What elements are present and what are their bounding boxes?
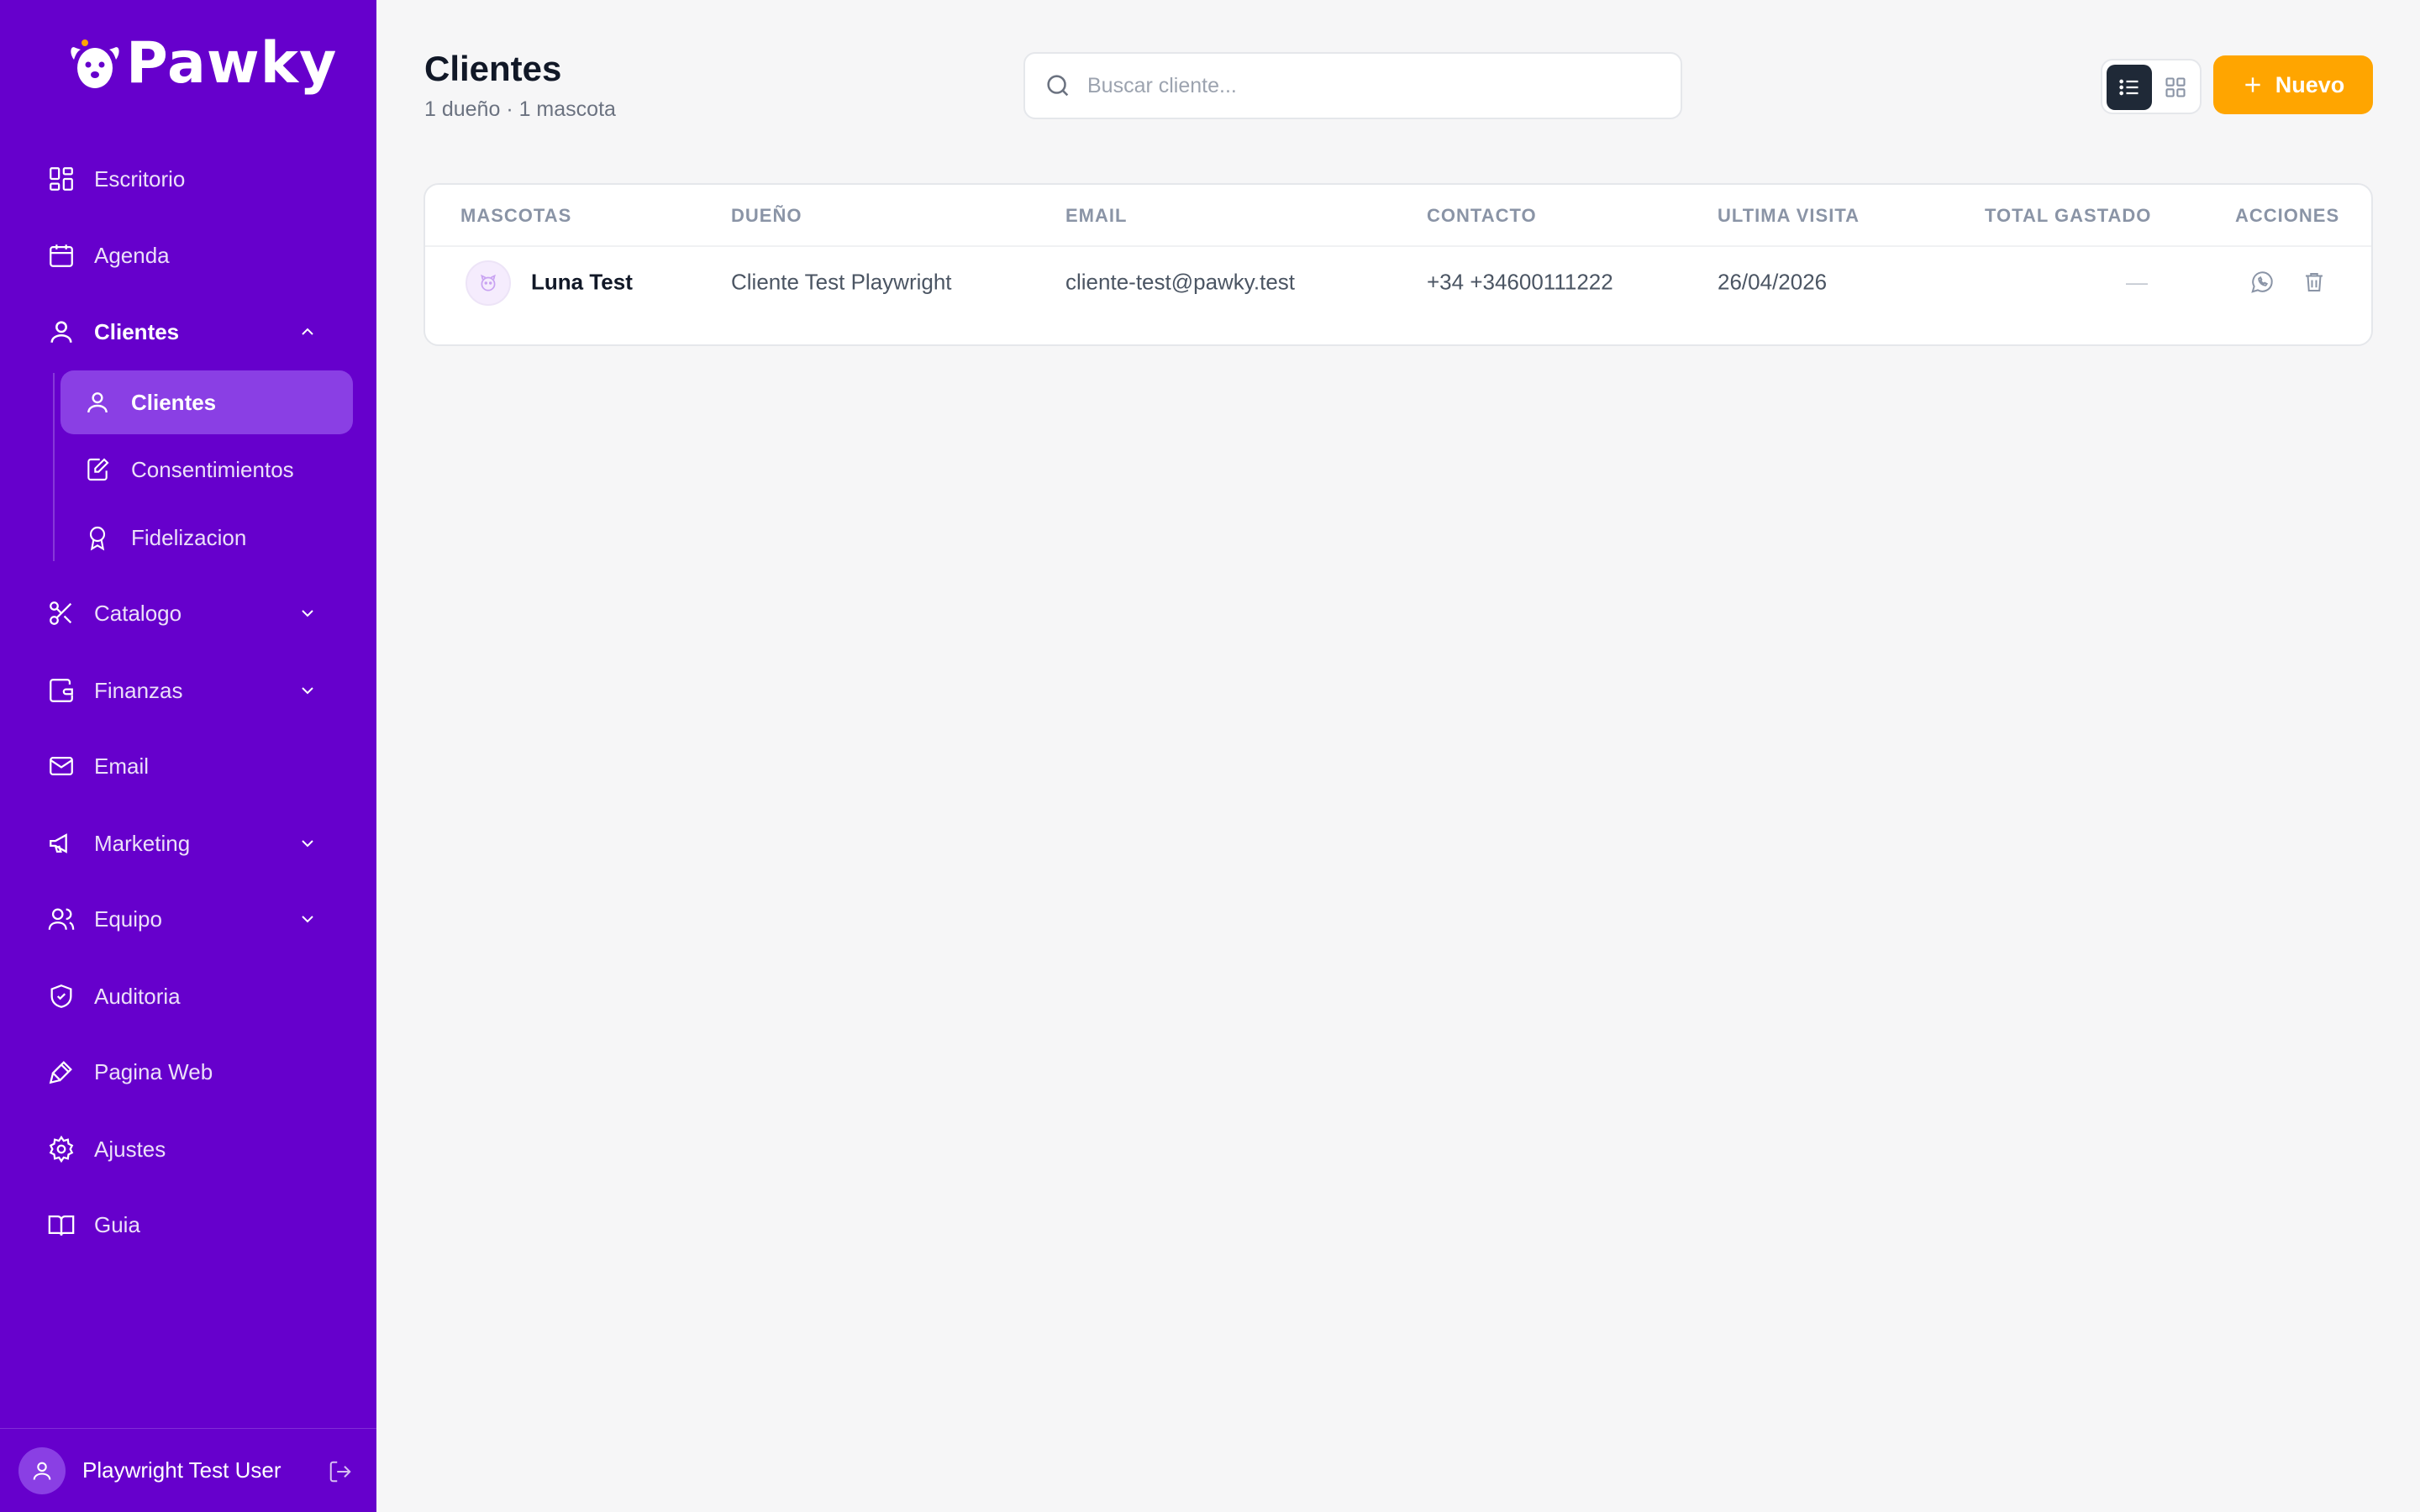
- chevron-up-icon: [302, 328, 313, 335]
- sidebar-item-email[interactable]: Email: [34, 736, 343, 796]
- sidebar-item-agenda[interactable]: Agenda: [34, 225, 343, 286]
- edit-doc-icon: [84, 456, 111, 483]
- megaphone-icon: [47, 829, 76, 858]
- new-client-button[interactable]: Nuevo: [2213, 55, 2373, 114]
- chevron-down-icon: [302, 916, 313, 923]
- sidebar-item-label: Marketing: [94, 830, 191, 856]
- last-visit: 26/04/2026: [1718, 269, 1828, 295]
- user-profile-bar: Playwright Test User: [0, 1428, 376, 1512]
- wallet-icon: [47, 676, 76, 705]
- page-title: Clientes: [424, 49, 562, 88]
- paw-icon: [481, 274, 496, 291]
- book-icon: [47, 1210, 76, 1239]
- sidebar-item-catalogo[interactable]: Catalogo: [34, 583, 343, 643]
- column-header-email[interactable]: EMAIL: [1065, 205, 1127, 227]
- shield-check-icon: [47, 982, 76, 1011]
- page-subtitle: 1 dueño · 1 mascota: [424, 97, 616, 121]
- mail-icon: [47, 752, 76, 780]
- plus-icon: [2245, 77, 2260, 92]
- sidebar-item-label: Ajustes: [94, 1136, 166, 1162]
- award-icon: [84, 524, 111, 551]
- sidebar-item-equipo[interactable]: Equipo: [34, 889, 343, 949]
- calendar-icon: [47, 241, 76, 270]
- owner-contact: +34 +34600111222: [1427, 269, 1613, 295]
- pet-avatar: [466, 260, 511, 306]
- sidebar-subitem-fidelizacion[interactable]: Fidelizacion: [60, 506, 353, 570]
- view-toggle: [2101, 59, 2202, 114]
- brand-logo[interactable]: Pawky: [69, 30, 337, 97]
- sidebar-item-label: Equipo: [94, 906, 162, 932]
- sidebar-item-finanzas[interactable]: Finanzas: [34, 660, 343, 721]
- sidebar-item-auditoria[interactable]: Auditoria: [34, 966, 343, 1026]
- column-header-dueno[interactable]: DUEÑO: [731, 205, 802, 227]
- sidebar-item-pagina-web[interactable]: Pagina Web: [34, 1042, 343, 1102]
- sidebar-item-label: Agenda: [94, 242, 170, 268]
- grid-icon: [2165, 77, 2186, 97]
- sidebar-subitem-label: Fidelizacion: [131, 524, 247, 550]
- sidebar-item-label: Clientes: [94, 318, 180, 344]
- table-header-divider: [425, 245, 2371, 247]
- column-header-total-gastado[interactable]: TOTAL GASTADO: [1985, 205, 2151, 227]
- sidebar-item-label: Pagina Web: [94, 1058, 213, 1084]
- sidebar-item-label: Escritorio: [94, 165, 186, 192]
- sidebar-item-label: Guia: [94, 1211, 140, 1237]
- gear-icon: [47, 1135, 76, 1163]
- chevron-down-icon: [302, 610, 313, 617]
- column-header-ultima-visita[interactable]: ULTIMA VISITA: [1718, 205, 1860, 227]
- sidebar-item-escritorio[interactable]: Escritorio: [34, 149, 343, 209]
- search-box: [1023, 52, 1682, 119]
- owner-name: Cliente Test Playwright: [731, 269, 952, 295]
- brand-name: Pawky: [126, 30, 338, 97]
- trash-icon: [2306, 273, 2323, 291]
- sidebar-item-label: Finanzas: [94, 677, 183, 703]
- column-header-contacto[interactable]: CONTACTO: [1427, 205, 1537, 227]
- list-icon: [2119, 79, 2139, 96]
- list-view-button[interactable]: [2107, 65, 2152, 110]
- pet-name[interactable]: Luna Test: [531, 270, 633, 296]
- dog-logo-icon: [71, 39, 119, 88]
- logout-icon[interactable]: [328, 1459, 353, 1484]
- whatsapp-button[interactable]: [2245, 265, 2279, 299]
- clients-table: MASCOTAS DUEÑO EMAIL CONTACTO ULTIMA VIS…: [424, 183, 2373, 346]
- scissors-icon: [47, 599, 76, 627]
- sidebar-subitem-label: Clientes: [131, 389, 217, 415]
- sidebar-item-ajustes[interactable]: Ajustes: [34, 1119, 343, 1179]
- whatsapp-icon: [2251, 271, 2273, 293]
- owner-email: cliente-test@pawky.test: [1065, 269, 1296, 295]
- user-icon: [47, 318, 76, 346]
- sidebar-item-clientes[interactable]: Clientes: [34, 302, 343, 362]
- column-header-acciones: ACCIONES: [2235, 205, 2340, 226]
- search-icon: [1047, 75, 1069, 97]
- brush-icon: [47, 1058, 76, 1086]
- chevron-down-icon: [302, 840, 313, 848]
- dashboard-icon: [47, 165, 76, 193]
- column-header-mascotas[interactable]: MASCOTAS: [460, 205, 571, 227]
- sidebar-item-label: Email: [94, 753, 150, 779]
- sidebar-subitem-consentimientos[interactable]: Consentimientos: [60, 438, 353, 501]
- search-input[interactable]: [1087, 73, 1659, 98]
- avatar[interactable]: [18, 1446, 66, 1494]
- sidebar: Pawky Escritorio Agenda Clientes Cliente…: [0, 0, 376, 1512]
- sidebar-item-label: Auditoria: [94, 983, 181, 1009]
- sidebar-item-marketing[interactable]: Marketing: [34, 813, 343, 874]
- total-spent: —: [2126, 269, 2148, 295]
- users-icon: [47, 905, 76, 933]
- sidebar-item-guia[interactable]: Guia: [34, 1194, 343, 1255]
- new-button-label: Nuevo: [2275, 71, 2345, 97]
- user-icon: [33, 1462, 51, 1480]
- delete-button[interactable]: [2297, 265, 2331, 299]
- sidebar-item-label: Catalogo: [94, 600, 182, 626]
- sidebar-subitem-label: Consentimientos: [131, 456, 294, 482]
- grid-view-button[interactable]: [2153, 65, 2198, 110]
- sidebar-subitem-clientes[interactable]: Clientes: [60, 370, 353, 434]
- submenu-guide-line: [53, 373, 55, 561]
- user-name: Playwright Test User: [82, 1457, 281, 1483]
- user-icon: [84, 389, 111, 416]
- chevron-down-icon: [302, 687, 313, 695]
